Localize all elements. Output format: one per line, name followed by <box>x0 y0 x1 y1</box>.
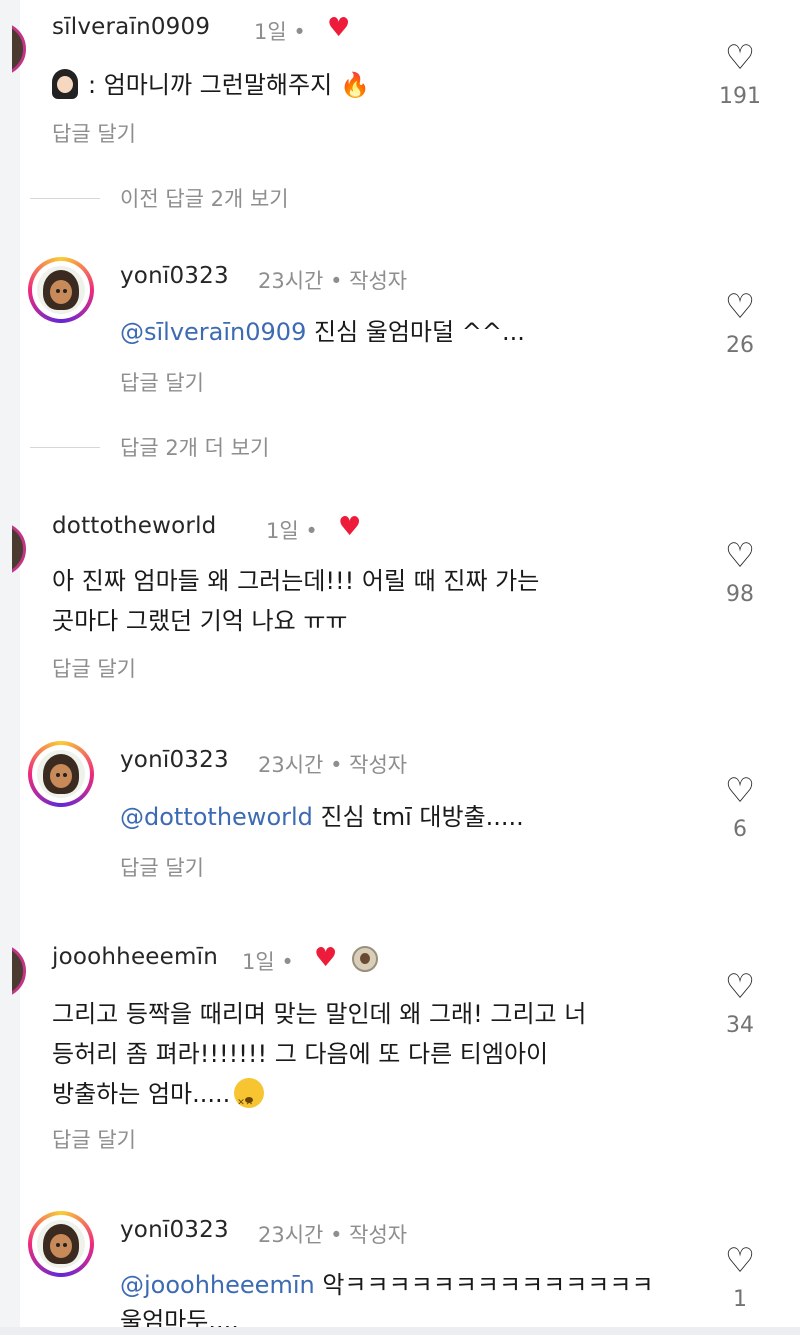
avatar[interactable] <box>28 1211 94 1277</box>
author-avatar-badge <box>352 946 378 972</box>
view-previous-replies[interactable]: 이전 답글 2개 보기 <box>30 183 430 213</box>
like-count: 191 <box>719 84 761 109</box>
comment-text: @sīlveraīn0909 진심 울엄마덜 ^^... <box>120 318 525 346</box>
avatar[interactable] <box>28 741 94 807</box>
like-count: 98 <box>726 582 754 607</box>
reply-button[interactable]: 답글 달기 <box>120 367 204 397</box>
comment-time: 1일 • <box>266 519 318 543</box>
reply-button[interactable]: 답글 달기 <box>52 1124 136 1154</box>
comment-meta: 23시간 • 작성자 <box>258 753 408 777</box>
comment-text-line: 곳마다 그랬던 기억 나요 ㅠㅠ <box>52 607 348 635</box>
avatar[interactable] <box>12 22 28 74</box>
heart-outline-icon[interactable]: ♡ <box>710 773 770 809</box>
comment-meta: 23시간 • 작성자 <box>258 269 408 293</box>
reply-button[interactable]: 답글 달기 <box>52 118 136 148</box>
heart-filled-icon: ♥ <box>314 943 338 973</box>
comment-time: 1일 • <box>242 950 294 974</box>
avatar[interactable] <box>12 522 28 574</box>
mention-link[interactable]: @jooohheeemīn <box>120 1271 315 1299</box>
heart-outline-icon[interactable]: ♡ <box>710 538 770 574</box>
comment-text: @dottotheworld 진심 tmī 대방출..... <box>120 803 524 831</box>
like-button[interactable]: ♡ 98 <box>710 538 770 607</box>
heart-filled-icon: ♥ <box>338 512 362 542</box>
girl-emoji-icon <box>52 69 78 99</box>
view-replies-label[interactable]: 답글 2개 더 보기 <box>120 432 269 462</box>
mention-link[interactable]: @sīlveraīn0909 <box>120 318 306 346</box>
heart-outline-icon[interactable]: ♡ <box>710 969 770 1005</box>
comment-username[interactable]: jooohheeemīn <box>52 944 218 970</box>
comment-text-line: 울엄마두.... <box>120 1307 239 1335</box>
comment-username[interactable]: yonī0323 <box>120 263 229 289</box>
heart-filled-icon: ♥ <box>327 13 351 43</box>
like-count: 6 <box>733 817 747 842</box>
view-more-replies[interactable]: 답글 2개 더 보기 <box>30 432 430 462</box>
fire-emoji-icon: 🔥 <box>340 71 371 99</box>
comment-text-line: 그리고 등짝을 때리며 맞는 말인데 왜 그래! 그리고 너 <box>52 1000 587 1028</box>
comment-text-line: 아 진짜 엄마들 왜 그러는데!!! 어릴 때 진짜 가는 <box>52 567 540 595</box>
like-button[interactable]: ♡ 26 <box>710 289 770 358</box>
heart-outline-icon[interactable]: ♡ <box>710 289 770 325</box>
comment-text-line: 등허리 좀 펴라!!!!!!! 그 다음에 또 다른 티엠아이 <box>52 1040 549 1068</box>
mention-link[interactable]: @dottotheworld <box>120 803 313 831</box>
reply-button[interactable]: 답글 달기 <box>120 852 204 882</box>
heart-outline-icon[interactable]: ♡ <box>710 1243 770 1279</box>
like-count: 34 <box>726 1013 754 1038</box>
bottom-edge <box>0 1327 800 1335</box>
comment-meta: 23시간 • 작성자 <box>258 1223 408 1247</box>
heart-outline-icon[interactable]: ♡ <box>710 40 770 76</box>
comment-username[interactable]: dottotheworld <box>52 513 216 539</box>
like-button[interactable]: ♡ 191 <box>710 40 770 109</box>
like-button[interactable]: ♡ 1 <box>710 1243 770 1312</box>
divider <box>30 447 100 448</box>
like-button[interactable]: ♡ 6 <box>710 773 770 842</box>
comment-time: 1일 • <box>254 20 306 44</box>
left-gutter <box>0 0 20 1335</box>
avatar[interactable] <box>12 944 28 996</box>
comment-username[interactable]: yonī0323 <box>120 747 229 773</box>
view-replies-label[interactable]: 이전 답글 2개 보기 <box>120 183 289 213</box>
dizzy-face-emoji-icon <box>234 1078 265 1124</box>
comment-text-line: 방출하는 엄마..... <box>52 1073 265 1124</box>
reply-button[interactable]: 답글 달기 <box>52 653 136 683</box>
divider <box>30 198 100 199</box>
comment-username[interactable]: yonī0323 <box>120 1217 229 1243</box>
like-count: 26 <box>726 333 754 358</box>
like-button[interactable]: ♡ 34 <box>710 969 770 1038</box>
avatar[interactable] <box>28 257 94 323</box>
comment-text: : 엄마니까 그런말해주지 🔥 <box>52 64 370 106</box>
like-count: 1 <box>733 1287 747 1312</box>
comment-username[interactable]: sīlveraīn0909 <box>52 14 210 40</box>
